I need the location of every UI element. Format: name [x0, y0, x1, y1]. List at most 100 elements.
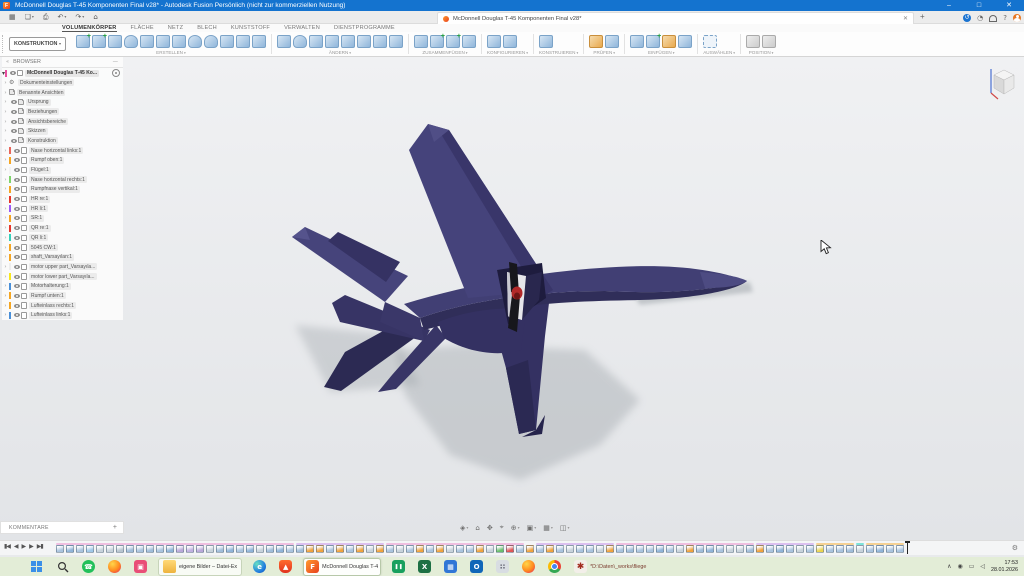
- taskbar-item-firefox[interactable]: [520, 559, 537, 575]
- viewport-canvas[interactable]: « BROWSER — ▾ McDonnell Douglas T-45 Ko.…: [0, 57, 1024, 540]
- timeline-feature[interactable]: [876, 545, 884, 553]
- timeline-feature[interactable]: [416, 545, 424, 553]
- timeline-feature[interactable]: [56, 545, 64, 553]
- timeline-feature[interactable]: [526, 545, 534, 553]
- add-comment-icon[interactable]: +: [113, 524, 117, 531]
- timeline-feature[interactable]: [226, 545, 234, 553]
- profile-avatar-icon[interactable]: [1013, 14, 1021, 22]
- browser-item[interactable]: ›Ansichtsbereiche: [2, 117, 123, 127]
- timeline-playback-1[interactable]: ◀: [14, 543, 18, 550]
- joint-icon[interactable]: [414, 35, 428, 48]
- timeline-feature[interactable]: [746, 545, 754, 553]
- browser-item[interactable]: ›Nase horizontal links:1: [2, 146, 123, 156]
- timeline-feature[interactable]: [516, 545, 524, 553]
- visibility-eye-icon[interactable]: [14, 265, 20, 269]
- expand-chevron-icon[interactable]: ›: [2, 80, 9, 86]
- timeline-feature[interactable]: [856, 545, 864, 553]
- offset-face-icon[interactable]: [357, 35, 371, 48]
- taskbar-item-explorer[interactable]: eigene Bilder – Datei-Ex: [158, 558, 242, 576]
- timeline-feature[interactable]: [496, 545, 504, 553]
- hole-icon[interactable]: [140, 35, 154, 48]
- timeline-feature[interactable]: [256, 545, 264, 553]
- visibility-eye-icon[interactable]: [11, 110, 17, 114]
- visibility-eye-icon[interactable]: [14, 236, 20, 240]
- zoom-icon[interactable]: ⊕▾: [511, 524, 520, 532]
- construction-plane-icon[interactable]: [539, 35, 553, 48]
- taskbar-item-fusion[interactable]: FMcDonnell Douglas T-4: [303, 558, 381, 576]
- canvas-icon[interactable]: [646, 35, 660, 48]
- timeline-feature[interactable]: [476, 545, 484, 553]
- timeline-feature[interactable]: [126, 545, 134, 553]
- tab-fläche[interactable]: FLÄCHE: [131, 25, 154, 31]
- revolve-icon[interactable]: [124, 35, 138, 48]
- browser-item[interactable]: ›Nase horizontal rechts:1: [2, 175, 123, 185]
- browser-item[interactable]: ›Lufteinlass links:1: [2, 311, 123, 321]
- pan-icon[interactable]: ✥: [487, 524, 493, 532]
- insert-derive-icon[interactable]: [630, 35, 644, 48]
- box-icon[interactable]: [172, 35, 186, 48]
- browser-item[interactable]: ›Motorhalterung:1: [2, 281, 123, 291]
- pattern-icon[interactable]: [156, 35, 170, 48]
- timeline-feature[interactable]: [776, 545, 784, 553]
- file-menu-icon[interactable]: ❏▾: [25, 12, 34, 22]
- taskbar-item-green-app[interactable]: ❚❚: [390, 559, 407, 575]
- new-tab-button[interactable]: +: [920, 11, 925, 23]
- browser-item[interactable]: ›Rumpf oben:1: [2, 156, 123, 166]
- expand-chevron-icon[interactable]: ›: [2, 157, 9, 163]
- tray-volume-icon[interactable]: ◁: [980, 563, 985, 570]
- timeline-feature[interactable]: [696, 545, 704, 553]
- visibility-eye-icon[interactable]: [14, 187, 20, 191]
- taskbar-item-editor-red[interactable]: ✱*D:\Daten\_works\fliege: [572, 559, 648, 575]
- browser-item[interactable]: ›⚙Dokumenteinstellungen: [2, 78, 123, 88]
- timeline-feature[interactable]: [146, 545, 154, 553]
- browser-item[interactable]: ›QR li:1: [2, 233, 123, 243]
- redo-icon[interactable]: ↷▾: [75, 12, 84, 22]
- timeline-feature[interactable]: [356, 545, 364, 553]
- timeline-feature[interactable]: [346, 545, 354, 553]
- configuration-icon[interactable]: [487, 35, 501, 48]
- cylinder-icon[interactable]: [188, 35, 202, 48]
- timeline-feature[interactable]: [76, 545, 84, 553]
- aircraft-3d-model[interactable]: [0, 57, 1024, 540]
- timeline-feature[interactable]: [566, 545, 574, 553]
- timeline-feature[interactable]: [886, 545, 894, 553]
- fillet-icon[interactable]: [293, 35, 307, 48]
- timeline-feature[interactable]: [586, 545, 594, 553]
- visibility-eye-icon[interactable]: [14, 246, 20, 250]
- timeline-feature[interactable]: [636, 545, 644, 553]
- expand-chevron-icon[interactable]: ›: [2, 109, 9, 115]
- timeline-feature[interactable]: [236, 545, 244, 553]
- new-component-icon[interactable]: [76, 35, 90, 48]
- timeline-feature[interactable]: [156, 545, 164, 553]
- prism-icon[interactable]: [236, 35, 250, 48]
- look-at-icon[interactable]: ⌂: [475, 524, 479, 532]
- expand-chevron-icon[interactable]: ›: [2, 167, 9, 173]
- timeline-feature[interactable]: [626, 545, 634, 553]
- tab-netz[interactable]: NETZ: [168, 25, 183, 31]
- select-window-icon[interactable]: [703, 35, 717, 48]
- expand-chevron-icon[interactable]: ›: [2, 303, 9, 309]
- press-pull-icon[interactable]: [277, 35, 291, 48]
- browser-item[interactable]: ›shaft_Varsayılan:1: [2, 252, 123, 262]
- browser-item[interactable]: ›Beziehungen: [2, 107, 123, 117]
- expand-chevron-icon[interactable]: ›: [2, 264, 9, 270]
- expand-chevron-icon[interactable]: ›: [2, 235, 9, 241]
- timeline-feature[interactable]: [896, 545, 904, 553]
- group-label-zusammenfügen[interactable]: ZUSAMMENFÜGEN: [414, 50, 476, 55]
- view-cube[interactable]: [984, 63, 1018, 103]
- home-icon[interactable]: ⌂: [93, 12, 97, 22]
- visibility-eye-icon[interactable]: [10, 71, 16, 75]
- timeline-feature[interactable]: [446, 545, 454, 553]
- expand-chevron-icon[interactable]: ›: [2, 225, 9, 231]
- help-icon[interactable]: ?: [1003, 13, 1007, 23]
- timeline-feature[interactable]: [706, 545, 714, 553]
- timeline-feature[interactable]: [506, 545, 514, 553]
- document-tab[interactable]: McDonnell Douglas T-45 Komponenten Final…: [437, 12, 914, 24]
- browser-collapse-icon[interactable]: «: [6, 59, 9, 65]
- group-label-erstellen[interactable]: ERSTELLEN: [76, 50, 266, 55]
- visibility-eye-icon[interactable]: [14, 178, 20, 182]
- expand-chevron-icon[interactable]: ›: [2, 312, 9, 318]
- expand-chevron-icon[interactable]: ›: [2, 293, 9, 299]
- timeline-feature[interactable]: [96, 545, 104, 553]
- expand-chevron-icon[interactable]: ›: [2, 128, 9, 134]
